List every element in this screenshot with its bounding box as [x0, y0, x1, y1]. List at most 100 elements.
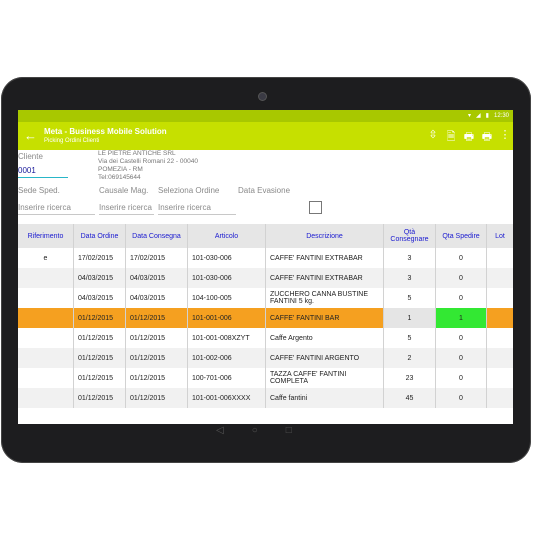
- table-cell-data-ordine: 04/03/2015: [74, 288, 126, 308]
- printer-icon[interactable]: 🖶: [463, 128, 475, 147]
- table-cell-articolo: 101-002-006: [188, 348, 266, 368]
- table-cell-data-consegna: 04/03/2015: [126, 268, 188, 288]
- column-header[interactable]: Articolo: [188, 224, 266, 248]
- table-cell-qta-consegnare: 3: [384, 248, 436, 268]
- column-header[interactable]: Descrizione: [266, 224, 384, 248]
- table-cell-descrizione: CAFFE' FANTINI EXTRABAR: [266, 248, 384, 268]
- table-cell-lot: [487, 288, 513, 308]
- table-cell-qta-spedire[interactable]: 1: [436, 308, 487, 328]
- table-row[interactable]: 04/03/2015 04/03/2015 101-030-006 CAFFE' FA…: [18, 268, 513, 288]
- table-cell-data-consegna: 01/12/2015: [126, 328, 188, 348]
- column-header[interactable]: Lot: [487, 224, 513, 248]
- collapse-icon[interactable]: ⇳: [427, 128, 439, 147]
- table-cell-data-ordine: 01/12/2015: [74, 388, 126, 408]
- table-cell-qta-consegnare: 5: [384, 288, 436, 308]
- tablet-frame: ▾ ◢ ▮ 12:30 ← Meta - Business Mobile Sol…: [1, 77, 531, 463]
- table-cell-articolo: 101-030-006: [188, 268, 266, 288]
- table-cell-lot: [487, 388, 513, 408]
- table-cell-qta-spedire[interactable]: 0: [436, 388, 487, 408]
- table-row[interactable]: 01/12/2015 01/12/2015 101-001-006XXXX Caffe…: [18, 388, 513, 408]
- seleziona-ordine-search[interactable]: Inserire ricerca: [158, 202, 236, 215]
- table-cell-qta-consegnare: 3: [384, 268, 436, 288]
- table-header: Riferimento Data Ordine Data Consegna Artic…: [18, 224, 513, 248]
- table-cell-descrizione: CAFFE' FANTINI EXTRABAR: [266, 268, 384, 288]
- table-cell-lot: [487, 268, 513, 288]
- table-cell-data-ordine: 01/12/2015: [74, 368, 126, 388]
- table-cell-data-ordine: 01/12/2015: [74, 348, 126, 368]
- table-row[interactable]: 01/12/2015 01/12/2015 101-001-008XZYT Caffe…: [18, 328, 513, 348]
- table-cell-articolo: 101-001-006: [188, 308, 266, 328]
- column-header[interactable]: Riferimento: [18, 224, 74, 248]
- table-cell-qta-consegnare: 45: [384, 388, 436, 408]
- table-cell-rif: e: [18, 248, 74, 268]
- column-header[interactable]: Data Consegna: [126, 224, 188, 248]
- table-row[interactable]: 01/12/2015 01/12/2015 101-001-006 CAFFE' FA…: [18, 308, 513, 328]
- table-cell-qta-spedire[interactable]: 0: [436, 248, 487, 268]
- table-cell-lot: [487, 308, 513, 328]
- document-icon[interactable]: 🗎: [445, 128, 457, 147]
- table-cell-qta-consegnare: 2: [384, 348, 436, 368]
- table-cell-rif: [18, 368, 74, 388]
- app-bar: ← Meta - Business Mobile Solution Pickin…: [18, 122, 513, 150]
- sede-sped-search[interactable]: Inserire ricerca: [18, 202, 95, 215]
- table-cell-descrizione: CAFFE' FANTINI ARGENTO: [266, 348, 384, 368]
- table-cell-data-consegna: 17/02/2015: [126, 248, 188, 268]
- app-title: Meta - Business Mobile Solution: [44, 127, 167, 136]
- table-cell-qta-spedire[interactable]: 0: [436, 368, 487, 388]
- data-evasione-checkbox[interactable]: [309, 201, 322, 214]
- cliente-input[interactable]: 0001: [18, 165, 68, 178]
- table-cell-articolo: 101-001-006XXXX: [188, 388, 266, 408]
- table-cell-qta-spedire[interactable]: 0: [436, 348, 487, 368]
- printer-2-icon[interactable]: 🖶: [481, 128, 493, 147]
- wifi-icon: ▾: [468, 113, 472, 119]
- android-nav-bar: ◁ ○ □: [216, 425, 292, 436]
- table-cell-data-ordine: 01/12/2015: [74, 308, 126, 328]
- battery-icon: ▮: [485, 113, 489, 119]
- more-icon[interactable]: ⋮: [499, 128, 511, 147]
- table-cell-descrizione: Caffe Argento: [266, 328, 384, 348]
- table-cell-data-consegna: 01/12/2015: [126, 348, 188, 368]
- customer-info: LE PIETRE ANTICHE SRL Via dei Castelli R…: [98, 150, 198, 182]
- table-cell-qta-spedire[interactable]: 0: [436, 328, 487, 348]
- table-cell-data-ordine: 04/03/2015: [74, 268, 126, 288]
- table-row[interactable]: 01/12/2015 01/12/2015 100-701-006 TAZZA CAF…: [18, 368, 513, 388]
- causale-mag-search[interactable]: Inserire ricerca: [99, 202, 154, 215]
- table-cell-qta-spedire[interactable]: 0: [436, 268, 487, 288]
- table-cell-descrizione: ZUCCHERO CANNA BUSTINE FANTINI 5 kg.: [266, 288, 384, 308]
- action-toolbar: ⇳ 🗎 🖶 🖶 ⋮: [427, 128, 511, 147]
- table-cell-qta-consegnare: 5: [384, 328, 436, 348]
- nav-recent-icon[interactable]: □: [286, 425, 292, 436]
- table-cell-articolo: 101-001-008XZYT: [188, 328, 266, 348]
- table-row[interactable]: e 17/02/2015 17/02/2015 101-030-006 CAFFE' F…: [18, 248, 513, 268]
- table-cell-data-consegna: 01/12/2015: [126, 368, 188, 388]
- table-cell-articolo: 101-030-006: [188, 248, 266, 268]
- table-cell-lot: [487, 368, 513, 388]
- customer-address: Via dei Castelli Romani 22 - 00040: [98, 158, 198, 165]
- table-row[interactable]: 04/03/2015 04/03/2015 104-100-005 ZUCCHERO …: [18, 288, 513, 308]
- table-cell-lot: [487, 248, 513, 268]
- table-row[interactable]: 01/12/2015 01/12/2015 101-002-006 CAFFE' FA…: [18, 348, 513, 368]
- table-cell-qta-spedire[interactable]: 0: [436, 288, 487, 308]
- table-cell-data-consegna: 04/03/2015: [126, 288, 188, 308]
- cliente-label: Cliente: [18, 152, 43, 161]
- causale-mag-label: Causale Mag.: [99, 186, 149, 195]
- column-header[interactable]: Qtà Consegnare: [384, 224, 436, 248]
- column-header[interactable]: Data Ordine: [74, 224, 126, 248]
- nav-home-icon[interactable]: ○: [252, 425, 258, 436]
- table-cell-descrizione: TAZZA CAFFE' FANTINI COMPLETA: [266, 368, 384, 388]
- table-cell-articolo: 104-100-005: [188, 288, 266, 308]
- table-cell-articolo: 100-701-006: [188, 368, 266, 388]
- filter-form: Cliente 0001 LE PIETRE ANTICHE SRL Via d…: [18, 150, 513, 232]
- column-header[interactable]: Qta Spedire: [436, 224, 487, 248]
- nav-back-icon[interactable]: ◁: [216, 425, 224, 436]
- table-cell-rif: [18, 308, 74, 328]
- sede-sped-label: Sede Sped.: [18, 186, 60, 195]
- back-arrow-icon[interactable]: ←: [24, 128, 37, 143]
- table-cell-rif: [18, 288, 74, 308]
- table-cell-data-consegna: 01/12/2015: [126, 388, 188, 408]
- table-cell-rif: [18, 268, 74, 288]
- signal-icon: ◢: [476, 113, 481, 119]
- status-bar: ▾ ◢ ▮ 12:30: [18, 110, 513, 122]
- table-cell-lot: [487, 348, 513, 368]
- table-cell-descrizione: Caffe fantini: [266, 388, 384, 408]
